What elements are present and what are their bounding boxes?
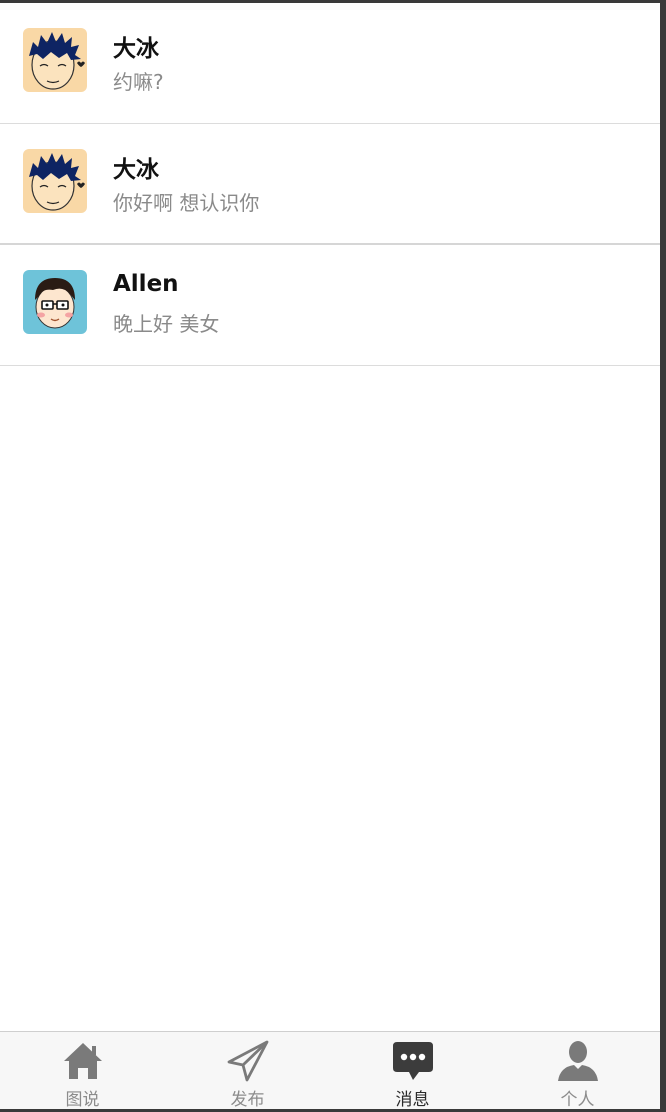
bottom-tab-bar: 图说 发布 消息 个人 xyxy=(0,1031,660,1109)
avatar xyxy=(23,270,87,334)
tab-发布[interactable]: 发布 xyxy=(165,1032,330,1109)
contact-name: Allen xyxy=(113,271,179,297)
tab-label: 图说 xyxy=(65,1090,100,1109)
tab-label: 个人 xyxy=(560,1090,595,1109)
window-edge xyxy=(660,0,666,1112)
tab-个人[interactable]: 个人 xyxy=(495,1032,660,1109)
person-icon xyxy=(557,1041,598,1081)
last-message: 约嘛? xyxy=(113,70,164,94)
conversation-list: 大冰 约嘛? 大冰 你好啊 想认识你 Allen 晚上好 美女 xyxy=(0,3,660,366)
avatar xyxy=(23,149,87,213)
conversation-row[interactable]: 大冰 约嘛? xyxy=(0,3,660,124)
app-screen: 大冰 约嘛? 大冰 你好啊 想认识你 Allen 晚上好 美女 图说 发布 消息… xyxy=(0,3,660,1109)
conversation-row[interactable]: Allen 晚上好 美女 xyxy=(0,245,660,366)
tab-图说[interactable]: 图说 xyxy=(0,1032,165,1109)
contact-name: 大冰 xyxy=(113,157,159,183)
last-message: 晚上好 美女 xyxy=(113,312,220,336)
tab-消息[interactable]: 消息 xyxy=(330,1032,495,1109)
tab-label: 发布 xyxy=(230,1090,265,1109)
contact-name: 大冰 xyxy=(113,36,159,62)
tab-label: 消息 xyxy=(395,1090,430,1109)
paper-plane-icon xyxy=(227,1040,268,1082)
conversation-row[interactable]: 大冰 你好啊 想认识你 xyxy=(0,124,660,245)
last-message: 你好啊 想认识你 xyxy=(113,191,260,215)
chat-bubble-icon xyxy=(392,1042,433,1080)
home-icon xyxy=(63,1043,102,1079)
avatar xyxy=(23,28,87,92)
